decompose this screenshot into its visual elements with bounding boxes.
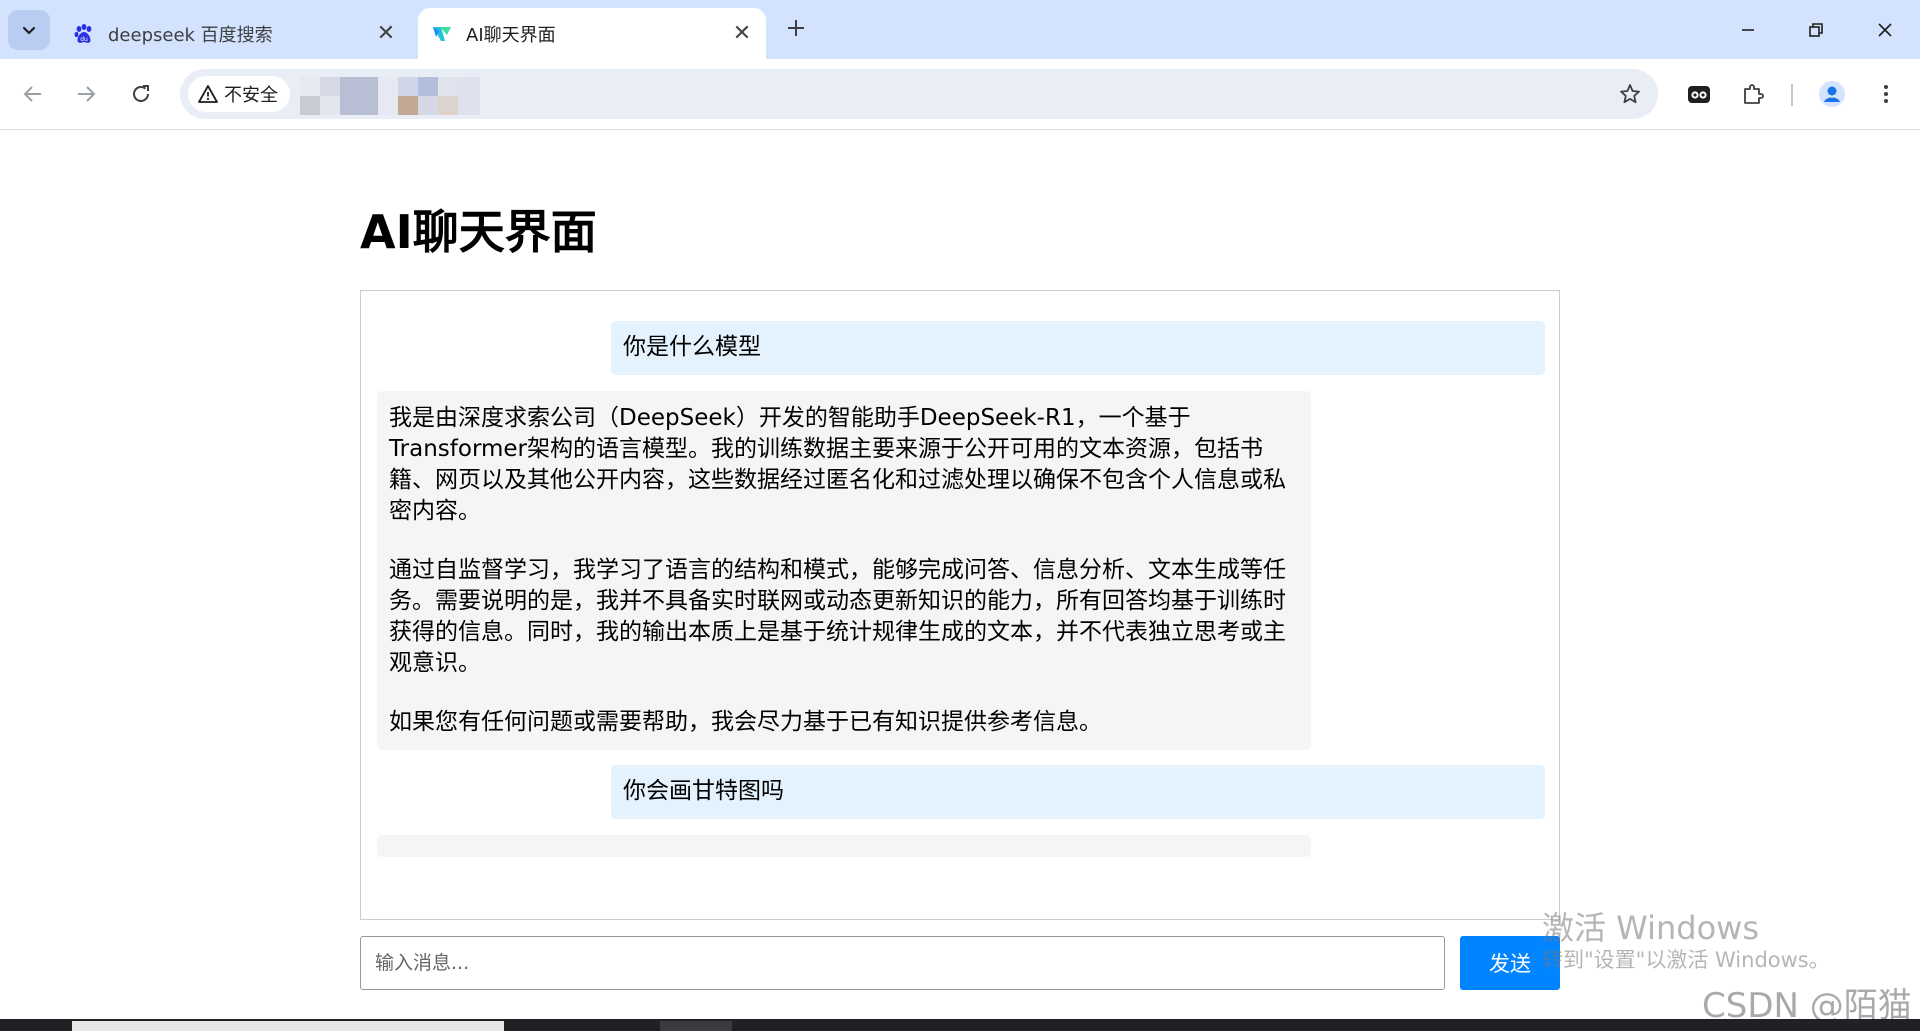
- close-icon: [1878, 23, 1892, 37]
- chevron-down-icon: [22, 26, 36, 35]
- user-message: 你会画甘特图吗: [611, 765, 1545, 819]
- browser-toolbar: 不安全: [0, 59, 1920, 130]
- profile-button[interactable]: [1814, 76, 1850, 112]
- chat-container[interactable]: 你是什么模型 我是由深度求索公司（DeepSeek）开发的智能助手DeepSee…: [360, 290, 1560, 920]
- message-text: 你是什么模型: [623, 334, 761, 360]
- new-tab-button[interactable]: [780, 14, 812, 46]
- star-icon: [1620, 84, 1640, 104]
- app-logo-icon: [430, 22, 454, 46]
- address-bar[interactable]: 不安全: [180, 69, 1658, 119]
- avatar-icon: [1819, 81, 1845, 107]
- forward-button[interactable]: [68, 76, 104, 112]
- extension-app-icon: [1688, 86, 1710, 103]
- url-pixelated: [300, 77, 500, 115]
- message-text: 你会画甘特图吗: [623, 778, 784, 804]
- message-paragraph: 如果您有任何问题或需要帮助，我会尽力基于已有知识提供参考信息。: [389, 709, 1102, 735]
- warning-icon: [198, 85, 218, 103]
- reload-button[interactable]: [123, 76, 159, 112]
- assistant-message-pending: [377, 835, 1311, 857]
- message-input[interactable]: [360, 936, 1445, 990]
- close-icon[interactable]: ✕: [372, 20, 400, 48]
- toolbar-divider: [1791, 84, 1793, 106]
- user-message: 你是什么模型: [611, 321, 1545, 375]
- plus-icon: [788, 20, 804, 36]
- tab-strip: du deepseek 百度搜索 ✕ AI聊天界面 ✕: [0, 0, 1920, 59]
- more-vert-icon: [1884, 85, 1888, 103]
- windows-activation-subtitle: 转到"设置"以激活 Windows。: [1542, 948, 1830, 972]
- bookmark-star-button[interactable]: [1616, 80, 1644, 108]
- windows-activation-title: 激活 Windows: [1542, 909, 1760, 947]
- back-button[interactable]: [15, 76, 51, 112]
- close-window-button[interactable]: [1862, 12, 1908, 48]
- page-title: AI聊天界面: [360, 205, 597, 259]
- message-paragraph: 我是由深度求索公司（DeepSeek）开发的智能助手DeepSeek-R1，一个…: [389, 405, 1286, 524]
- baidu-paw-icon: du: [72, 22, 96, 46]
- svg-text:du: du: [80, 36, 88, 43]
- tab-title: deepseek 百度搜索: [108, 24, 273, 46]
- taskbar-item[interactable]: [660, 1021, 732, 1031]
- security-chip[interactable]: 不安全: [188, 76, 290, 112]
- message-paragraph: 通过自监督学习，我学习了语言的结构和模式，能够完成问答、信息分析、文本生成等任务…: [389, 557, 1286, 676]
- extension-button[interactable]: [1681, 76, 1717, 112]
- minimize-icon: [1742, 29, 1754, 31]
- tab-deepseek-search[interactable]: du deepseek 百度搜索 ✕: [60, 8, 410, 59]
- taskbar: [0, 1019, 1920, 1031]
- close-icon[interactable]: ✕: [728, 20, 756, 48]
- tab-title: AI聊天界面: [466, 24, 556, 46]
- assistant-message: 我是由深度求索公司（DeepSeek）开发的智能助手DeepSeek-R1，一个…: [377, 391, 1311, 750]
- restore-icon: [1809, 23, 1823, 37]
- arrow-left-icon: [23, 86, 41, 102]
- browser-menu-button[interactable]: [1868, 76, 1904, 112]
- security-label: 不安全: [224, 85, 278, 106]
- tab-search-button[interactable]: [8, 10, 50, 50]
- tab-ai-chat[interactable]: AI聊天界面 ✕: [418, 8, 766, 59]
- composer: 发送: [360, 936, 1560, 990]
- arrow-right-icon: [78, 86, 96, 102]
- puzzle-icon: [1744, 84, 1764, 104]
- restore-button[interactable]: [1793, 12, 1839, 48]
- minimize-button[interactable]: [1725, 12, 1771, 48]
- reload-icon: [133, 85, 149, 102]
- extensions-menu-button[interactable]: [1735, 76, 1771, 112]
- taskbar-item[interactable]: [72, 1021, 504, 1031]
